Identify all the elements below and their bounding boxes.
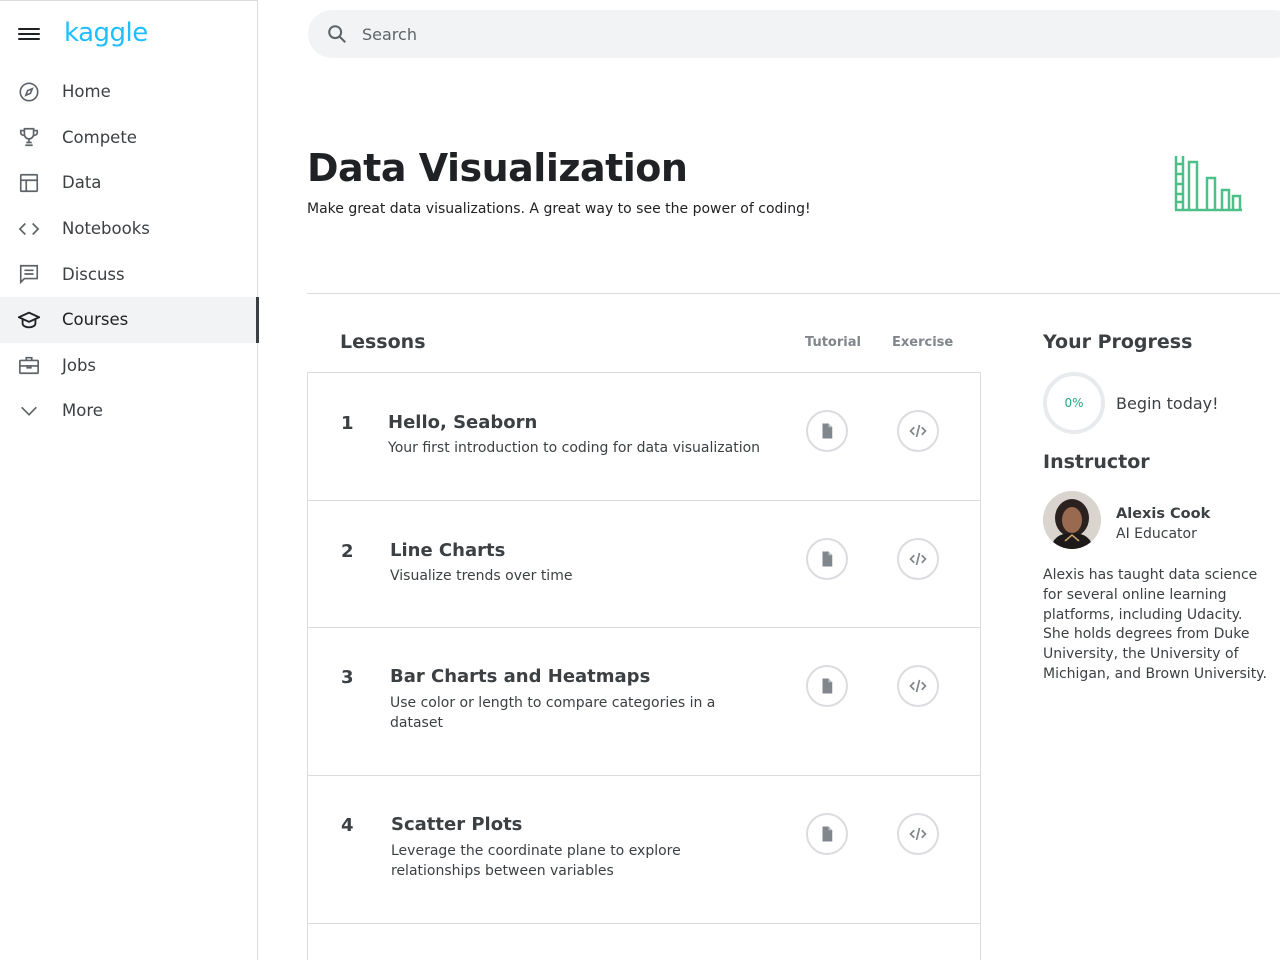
sidebar-item-discuss[interactable]: Discuss (0, 251, 258, 297)
lessons-table: 1 Hello, Seaborn Your first introduction… (307, 372, 981, 960)
sidebar-item-label: More (62, 401, 103, 421)
sidebar: kaggle Home Compete Data Notebooks Discu… (0, 0, 259, 960)
tutorial-button[interactable] (806, 538, 848, 580)
progress-ring: 0% (1043, 372, 1105, 434)
sidebar-item-home[interactable]: Home (0, 69, 258, 115)
exercise-button[interactable] (897, 538, 939, 580)
trophy-icon (18, 126, 40, 148)
compass-icon (18, 81, 40, 103)
instructor-photo (1043, 491, 1101, 549)
lesson-title-link[interactable]: Hello, Seaborn (388, 412, 537, 433)
lesson-number: 3 (341, 667, 354, 688)
chevron-down-icon (18, 400, 40, 422)
lesson-title-link[interactable]: Bar Charts and Heatmaps (390, 666, 650, 687)
bar-chart-icon (1174, 156, 1242, 212)
tutorial-button[interactable] (806, 665, 848, 707)
document-icon (822, 551, 833, 567)
lesson-row: 4 Scatter Plots Leverage the coordinate … (308, 776, 980, 924)
lesson-row: 1 Hello, Seaborn Your first introduction… (308, 373, 980, 501)
graduation-cap-icon (18, 309, 40, 331)
sidebar-item-label: Courses (62, 310, 129, 330)
exercise-button[interactable] (897, 665, 939, 707)
sidebar-item-label: Home (62, 82, 111, 102)
code-icon (909, 679, 927, 693)
sidebar-item-label: Data (62, 173, 102, 193)
sidebar-nav: Home Compete Data Notebooks Discuss Cour… (0, 69, 259, 434)
sidebar-item-label: Jobs (62, 355, 97, 375)
code-icon (18, 218, 40, 240)
lesson-row: 2 Line Charts Visualize trends over time (308, 501, 980, 628)
progress-message: Begin today! (1116, 394, 1219, 413)
sidebar-item-label: Compete (62, 127, 137, 147)
page-subtitle: Make great data visualizations. A great … (307, 201, 811, 217)
lesson-description: Leverage the coordinate plane to explore… (391, 843, 681, 879)
hamburger-menu-icon[interactable] (18, 25, 40, 45)
lesson-number: 2 (341, 541, 354, 562)
lesson-number: 1 (341, 413, 354, 434)
search-icon (328, 25, 346, 43)
sidebar-item-courses[interactable]: Courses (0, 296, 259, 343)
exercise-button[interactable] (897, 410, 939, 452)
avatar[interactable] (1043, 491, 1101, 549)
exercise-button[interactable] (897, 813, 939, 855)
lesson-description: Use color or length to compare categorie… (390, 695, 716, 731)
lesson-description: Visualize trends over time (390, 568, 573, 584)
lesson-row: 3 Bar Charts and Heatmaps Use color or l… (308, 628, 980, 776)
tutorial-button[interactable] (806, 813, 848, 855)
lesson-title-link[interactable]: Line Charts (390, 540, 505, 561)
search-bar[interactable] (308, 10, 1280, 58)
briefcase-icon (18, 354, 40, 376)
tutorial-column-header: Tutorial (805, 335, 861, 350)
lesson-number: 4 (341, 815, 354, 836)
table-icon (18, 172, 40, 194)
lesson-description: Your first introduction to coding for da… (388, 440, 761, 456)
instructor-heading: Instructor (1043, 451, 1150, 473)
document-icon (822, 423, 833, 439)
page-title: Data Visualization (307, 146, 688, 190)
instructor-bio: Alexis has taught data science for sever… (1043, 567, 1267, 682)
kaggle-logo[interactable]: kaggle (64, 18, 148, 48)
instructor-role: AI Educator (1116, 526, 1197, 542)
instructor-name[interactable]: Alexis Cook (1116, 506, 1210, 522)
progress-percent: 0% (1064, 396, 1084, 410)
lesson-title-link[interactable]: Scatter Plots (391, 814, 522, 835)
code-icon (909, 827, 927, 841)
sidebar-item-label: Discuss (62, 264, 125, 284)
code-icon (909, 424, 927, 438)
sidebar-item-more[interactable]: More (0, 388, 258, 434)
sidebar-item-compete[interactable]: Compete (0, 115, 258, 161)
exercise-column-header: Exercise (892, 335, 954, 350)
header-divider (307, 293, 1280, 294)
comment-icon (18, 263, 40, 285)
document-icon (822, 826, 833, 842)
tutorial-button[interactable] (806, 410, 848, 452)
sidebar-item-label: Notebooks (62, 219, 150, 239)
document-icon (822, 678, 833, 694)
lessons-heading: Lessons (340, 331, 426, 353)
sidebar-item-data[interactable]: Data (0, 160, 258, 206)
search-input[interactable] (362, 22, 962, 46)
sidebar-item-jobs[interactable]: Jobs (0, 343, 258, 389)
code-icon (909, 552, 927, 566)
sidebar-item-notebooks[interactable]: Notebooks (0, 206, 258, 252)
progress-heading: Your Progress (1043, 331, 1193, 353)
